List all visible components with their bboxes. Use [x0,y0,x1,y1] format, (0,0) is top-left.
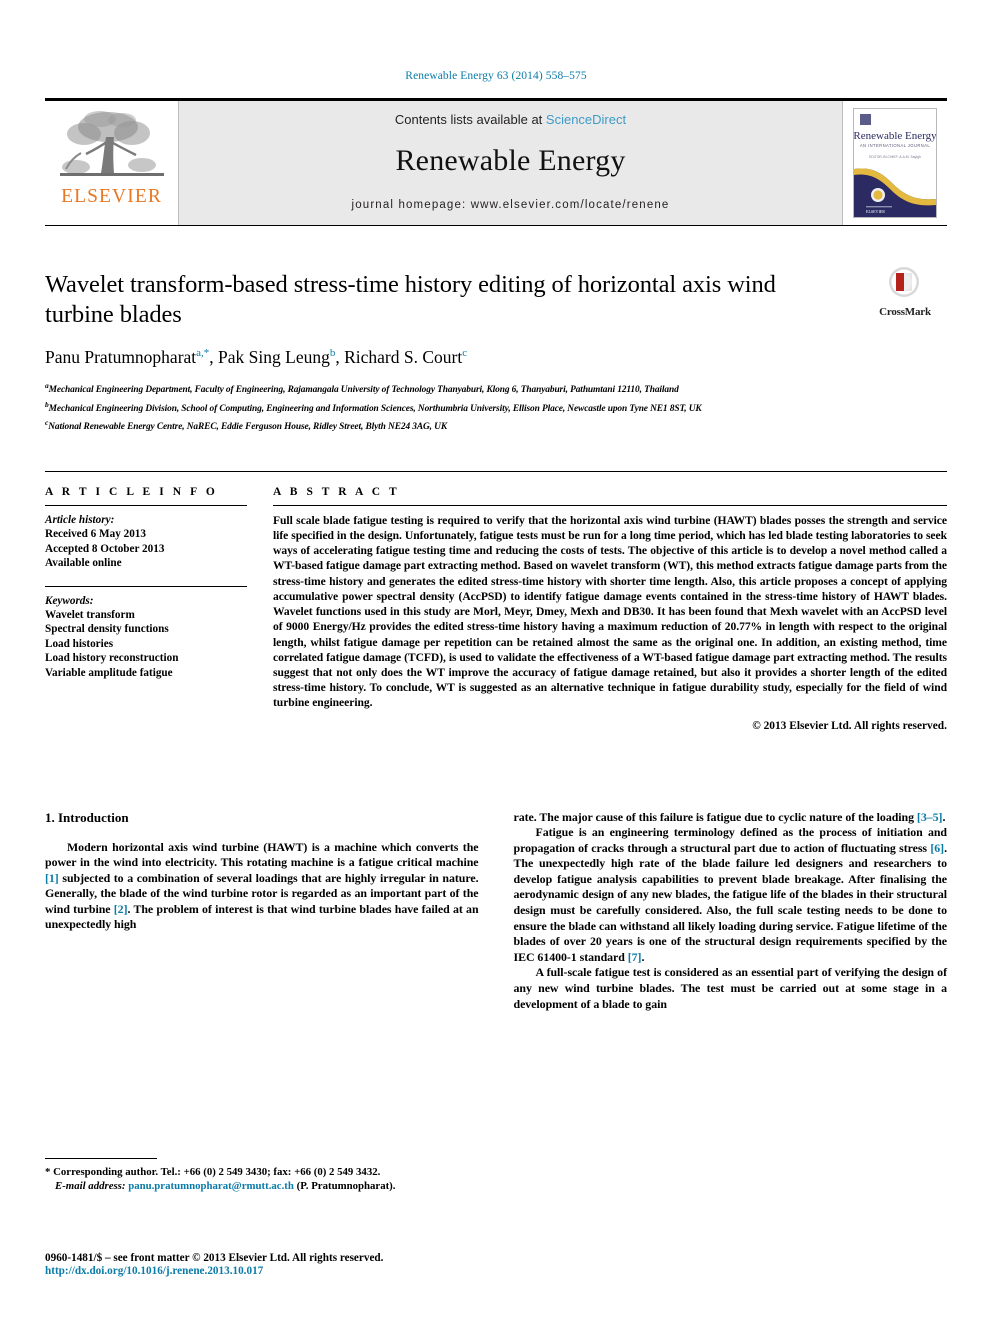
keyword-item: Variable amplitude fatigue [45,666,173,679]
elsevier-tree-icon [59,111,164,176]
abstract-divider [273,504,947,506]
article-info-divider [45,504,247,506]
author-name: Pak Sing Leung [218,347,330,367]
paper-page: Renewable Energy 63 (2014) 558–575 ELSEV… [0,0,992,1323]
sciencedirect-link[interactable]: ScienceDirect [546,112,626,127]
masthead-center: Contents lists available at ScienceDirec… [178,101,843,225]
author-item: Pak Sing Leungb [218,347,335,367]
author-marks: b [329,347,336,360]
author-item: Panu Pratumnopharata,* [45,347,209,367]
article-history-item: Accepted 8 October 2013 [45,542,165,555]
section-heading-introduction: 1. Introduction [45,809,129,825]
body-column-right: rate. The major cause of this failure is… [514,810,948,1013]
affiliation-list: aMechanical Engineering Department, Facu… [45,379,947,435]
para-text: . [942,809,946,824]
contents-prefix: Contents lists available at [394,112,546,127]
journal-title: Renewable Energy [395,144,626,177]
masthead-cover-slot: Renewable Energy AN INTERNATIONAL JOURNA… [843,101,947,225]
corresponding-author-footnote: * Corresponding author. Tel.: +66 (0) 2 … [45,1158,475,1194]
running-head: Renewable Energy 63 (2014) 558–575 [405,70,587,82]
journal-cover-thumbnail: Renewable Energy AN INTERNATIONAL JOURNA… [853,108,937,218]
corresponding-author-line: * Corresponding author. Tel.: +66 (0) 2 … [45,1166,381,1178]
email-link[interactable]: panu.pratumnopharat@rmutt.ac.th [128,1180,294,1192]
abstract-text: Full scale blade fatigue testing is requ… [273,513,947,710]
footnote-text: * Corresponding author. Tel.: +66 (0) 2 … [45,1165,475,1194]
article-history-item: Available online [45,557,122,570]
citation-ref-7[interactable]: [7] [628,950,642,964]
doi-link[interactable]: http://dx.doi.org/10.1016/j.renene.2013.… [45,1265,565,1277]
abstract-column: A B S T R A C T Full scale blade fatigue… [273,486,947,732]
para-text: . The unexpectedly high rate of the blad… [513,840,948,964]
author-marks: a,* [196,347,210,360]
author-name: Richard S. Court [344,347,463,367]
paragraph-intro-2: Fatigue is an engineering terminology de… [514,825,948,965]
keywords-title: Keywords: [45,594,94,607]
journal-homepage-link[interactable]: journal homepage: www.elsevier.com/locat… [352,199,670,211]
citation-ref-2[interactable]: [2] [114,902,128,916]
keyword-item: Wavelet transform [45,608,135,621]
abstract-heading: A B S T R A C T [273,485,400,498]
para-text: Fatigue is an engineering terminology de… [513,825,948,855]
citation-ref-3-5[interactable]: [3–5] [917,810,943,824]
affiliation-text: Mechanical Engineering Division, School … [48,403,702,414]
page-footer: 0960-1481/$ – see front matter © 2013 El… [45,1252,565,1277]
crossmark-icon [888,266,920,303]
author-list: Panu Pratumnopharata,*, Pak Sing Leungb,… [45,347,468,367]
svg-text:ELSEVIER: ELSEVIER [866,209,885,214]
para-text: rate. The major cause of this failure is… [513,809,917,824]
body-column-left: 1. Introduction Modern horizontal axis w… [45,810,479,1013]
svg-text:EDITOR-IN-CHIEF: A.A.M. Sayigh: EDITOR-IN-CHIEF: A.A.M. Sayigh [869,155,921,159]
journal-cover-art: Renewable Energy AN INTERNATIONAL JOURNA… [854,109,936,217]
keywords-group: Keywords: Wavelet transform Spectral den… [45,594,247,680]
affiliation-item: bMechanical Engineering Division, School… [45,398,947,417]
article-history-item: Received 6 May 2013 [45,528,146,541]
info-abstract-region: A R T I C L E I N F O Article history: R… [45,470,947,732]
paragraph-intro-1-left: Modern horizontal axis wind turbine (HAW… [45,840,479,934]
para-text: . [641,949,645,964]
citation-ref-6[interactable]: [6] [930,841,944,855]
svg-text:AN INTERNATIONAL JOURNAL: AN INTERNATIONAL JOURNAL [860,143,931,148]
elsevier-wordmark: ELSEVIER [61,186,162,207]
author-item: Richard S. Courtc [344,347,467,367]
affiliation-item: aMechanical Engineering Department, Facu… [45,379,947,398]
keyword-item: Load histories [45,637,114,650]
contents-available-line: Contents lists available at ScienceDirec… [395,112,626,127]
elsevier-logo: ELSEVIER [45,101,178,225]
body-columns: 1. Introduction Modern horizontal axis w… [45,810,947,1013]
title-block: CrossMark Wavelet transform-based stress… [45,267,947,435]
email-line: E-mail address: panu.pratumnopharat@rmut… [45,1179,475,1193]
para-text: Modern horizontal axis wind turbine (HAW… [45,839,479,870]
email-label: E-mail address: [55,1180,126,1193]
keywords-divider [45,585,247,587]
affiliation-text: National Renewable Energy Centre, NaREC,… [48,422,447,433]
author-marks: c [462,347,468,360]
abstract-copyright: © 2013 Elsevier Ltd. All rights reserved… [752,719,947,732]
journal-masthead: ELSEVIER Contents lists available at Sci… [45,98,947,226]
paragraph-intro-1-continued: rate. The major cause of this failure is… [514,810,948,826]
affiliation-item: cNational Renewable Energy Centre, NaREC… [45,416,947,435]
email-owner: (P. Pratumnopharat). [296,1180,396,1193]
article-history-group: Article history: Received 6 May 2013 Acc… [45,513,247,571]
author-name: Panu Pratumnopharat [45,347,197,367]
keyword-item: Load history reconstruction [45,652,179,665]
paragraph-intro-3: A full-scale fatigue test is considered … [513,965,948,1011]
citation-ref-1[interactable]: [1] [45,871,59,885]
issn-copyright-line: 0960-1481/$ – see front matter © 2013 El… [45,1252,384,1264]
svg-text:Renewable Energy: Renewable Energy [854,130,936,142]
article-info-heading: A R T I C L E I N F O [45,485,218,498]
page-title: Wavelet transform-based stress-time hist… [45,271,776,328]
affiliation-text: Mechanical Engineering Department, Facul… [48,385,679,396]
keyword-item: Spectral density functions [45,623,169,636]
crossmark-label: CrossMark [879,306,931,319]
crossmark-badge[interactable]: CrossMark [861,266,947,321]
article-history-title: Article history: [45,513,115,526]
article-info-column: A R T I C L E I N F O Article history: R… [45,486,273,732]
footnote-divider [45,1158,157,1159]
